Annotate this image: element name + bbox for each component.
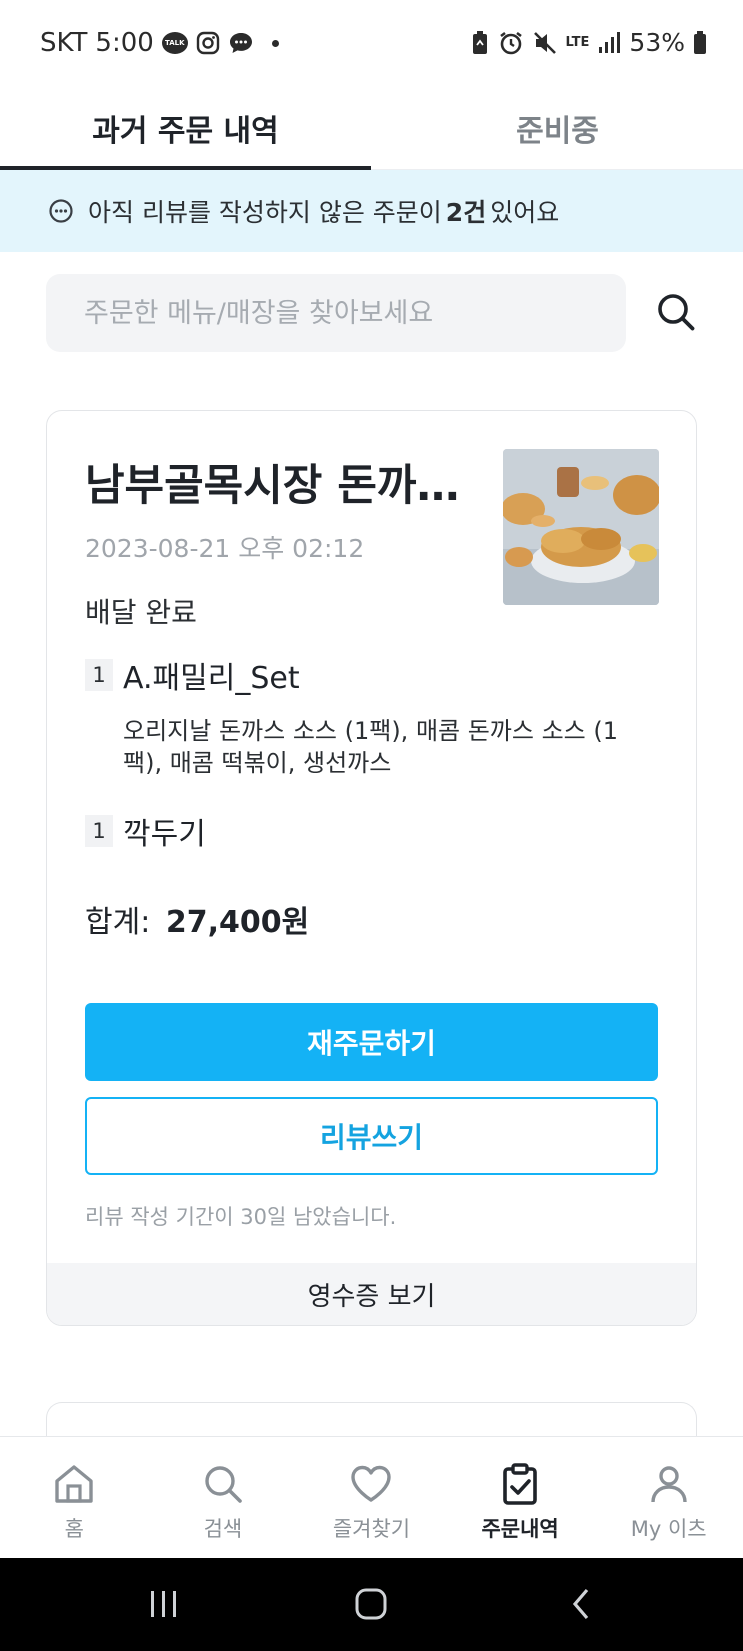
home-icon (55, 1465, 93, 1503)
item-name: 깍두기 (123, 817, 206, 852)
nav-search[interactable]: 검색 (149, 1437, 298, 1558)
nav-orders[interactable]: 주문내역 (446, 1437, 595, 1558)
order-status: 배달 완료 (85, 596, 197, 629)
nav-home[interactable]: 홈 (0, 1437, 149, 1558)
store-name[interactable]: 남부골목시장 돈까스 (남부골목시장) (85, 451, 485, 513)
nav-favorites[interactable]: 즐겨찾기 (297, 1437, 446, 1558)
search-button[interactable] (652, 288, 700, 336)
banner-text-suffix: 있어요 (490, 198, 560, 227)
heart-icon (351, 1465, 392, 1502)
nav-label: 검색 (203, 1517, 243, 1541)
banner-text-prefix: 아직 리뷰를 작성하지 않은 주문이 (88, 198, 442, 227)
person-icon (650, 1466, 687, 1503)
order-search-field[interactable] (46, 274, 626, 352)
clipboard-check-icon (503, 1463, 537, 1505)
total-label: 합계: (85, 905, 151, 940)
nav-label: 홈 (64, 1517, 84, 1541)
battery-saver-icon (472, 30, 487, 54)
reorder-button[interactable]: 재주문하기 (85, 1003, 658, 1081)
nav-label: 주문내역 (481, 1517, 559, 1541)
order-card[interactable]: 남부골목시장 돈까스 (남부골목시장) 2023-08-21 오후 02:12 … (46, 410, 697, 1326)
nav-label: 즐겨찾기 (332, 1517, 411, 1541)
chat-bubble-icon (49, 199, 73, 223)
alarm-icon (499, 31, 522, 54)
status-bar-right: LTE 53% (470, 28, 707, 57)
search-icon (658, 294, 695, 331)
write-review-button[interactable]: 리뷰쓰기 (85, 1097, 658, 1175)
recent-apps-icon (151, 1591, 176, 1617)
status-bar-left: SKT 5:00 TALK (40, 28, 279, 58)
order-item: 1 A.패밀리_Set (85, 653, 300, 697)
order-total: 합계: 27,400원 (85, 897, 309, 941)
order-item: 1 깍두기 (85, 809, 206, 853)
instagram-icon (196, 31, 220, 55)
banner-count: 2건 (445, 198, 487, 227)
tab-preparing[interactable]: 준비중 (372, 86, 743, 170)
battery-icon (694, 30, 706, 54)
kakaotalk-icon: TALK (161, 32, 188, 54)
battery-percent: 53% (629, 28, 685, 57)
order-date: 2023-08-21 오후 02:12 (85, 534, 365, 563)
total-value: 27,400원 (165, 905, 310, 940)
recent-apps-button[interactable] (134, 1578, 194, 1630)
message-icon (228, 31, 254, 55)
review-reminder-banner[interactable]: 아직 리뷰를 작성하지 않은 주문이 2건 있어요 (0, 170, 743, 252)
store-thumbnail[interactable] (503, 449, 659, 605)
search-icon (205, 1466, 242, 1503)
review-deadline-note: 리뷰 작성 기간이 30일 남았습니다. (85, 1205, 397, 1229)
item-quantity: 1 (85, 659, 113, 691)
kakaotalk-badge: TALK (161, 32, 188, 54)
order-tabs: 과거 주문 내역 준비중 (0, 86, 743, 170)
nav-my-eats[interactable]: My 이츠 (594, 1437, 743, 1558)
item-options: 오리지날 돈까스 소스 (1팩), 매콤 돈까스 소스 (1팩), 매콤 떡볶이… (123, 717, 619, 777)
status-bar: SKT 5:00 TALK LTE 53% (0, 0, 743, 86)
carrier-label: SKT (40, 28, 88, 58)
search-input[interactable] (84, 297, 604, 329)
system-navigation-bar (0, 1558, 743, 1651)
tab-past-orders[interactable]: 과거 주문 내역 (0, 86, 371, 170)
mute-icon (533, 31, 556, 54)
home-button[interactable] (341, 1578, 401, 1630)
notification-dot (271, 39, 279, 47)
view-receipt-button[interactable]: 영수증 보기 (47, 1263, 696, 1325)
food-image (503, 449, 659, 605)
bottom-navigation: 홈 검색 즐겨찾기 주문내역 My 이츠 (0, 1436, 743, 1558)
item-quantity: 1 (85, 815, 113, 847)
signal-icon (599, 31, 621, 53)
home-circle-icon (355, 1588, 387, 1620)
back-button[interactable] (552, 1578, 612, 1630)
lte-icon: LTE (565, 34, 590, 50)
clock: 5:00 (95, 28, 154, 58)
nav-label: My 이츠 (630, 1517, 707, 1541)
back-icon (572, 1588, 589, 1620)
item-name: A.패밀리_Set (123, 661, 300, 696)
